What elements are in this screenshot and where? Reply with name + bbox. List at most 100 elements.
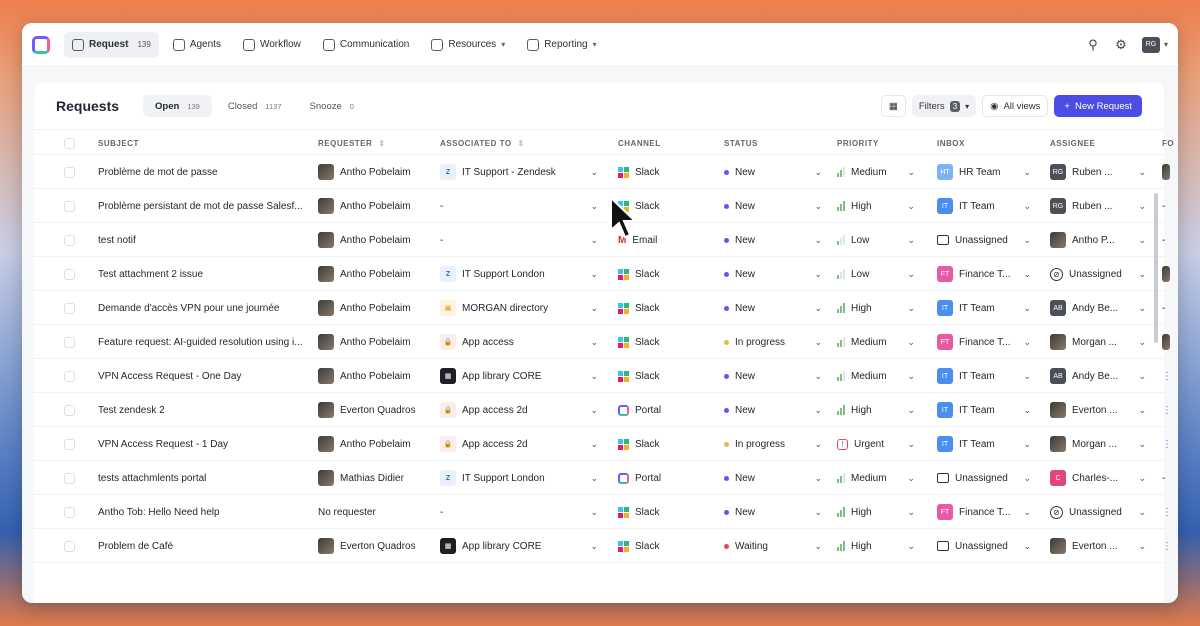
assignee-select[interactable]: Antho P... ⌄ <box>1050 223 1148 257</box>
table-row[interactable]: VPN Access Request - 1 Day Antho Pobelaim… <box>34 427 1172 461</box>
inbox-select[interactable]: IT IT Team ⌄ <box>937 393 1033 427</box>
nav-item-communication[interactable]: Communication <box>315 32 417 58</box>
associated-to-select[interactable]: ▦ App library CORE ⌄ <box>440 529 600 563</box>
more-icon[interactable]: ⋮ <box>1162 439 1172 450</box>
table-row[interactable]: Demande d'accès VPN pour une journée Anth… <box>34 291 1165 325</box>
more-icon[interactable]: ⋮ <box>1162 541 1172 552</box>
inbox-select[interactable]: Unassigned ⌄ <box>937 223 1033 257</box>
priority-select[interactable]: Low ⌄ <box>837 257 917 291</box>
associated-to-select[interactable]: Z IT Support - Zendesk ⌄ <box>440 155 600 189</box>
more-icon[interactable]: ⋮ <box>1162 507 1172 518</box>
assignee-select[interactable]: ⊘ Unassigned ⌄ <box>1050 257 1148 291</box>
subject-text[interactable]: tests attachmlents portal <box>98 473 206 484</box>
row-checkbox[interactable] <box>64 166 75 178</box>
priority-select[interactable]: Low ⌄ <box>837 223 917 257</box>
priority-select[interactable]: Medium ⌄ <box>837 155 917 189</box>
subject-text[interactable]: Problème persistant de mot de passe Sale… <box>98 201 303 212</box>
nav-item-request[interactable]: Request 139 <box>64 31 159 58</box>
column-header[interactable]: PRIORITY <box>837 130 879 156</box>
associated-to-select[interactable]: 🔒 App access 2d ⌄ <box>440 393 600 427</box>
column-header[interactable]: FO <box>1162 130 1174 156</box>
row-checkbox[interactable] <box>64 472 75 484</box>
table-row[interactable]: test notif Antho Pobelaim - ⌄ M Email New ⌄ Low ⌄… <box>34 223 1165 257</box>
column-header[interactable]: SUBJECT <box>98 130 139 156</box>
table-row[interactable]: tests attachmlents portal Mathias Didier Z… <box>34 461 1165 495</box>
assignee-select[interactable]: RG Ruben ... ⌄ <box>1050 155 1148 189</box>
associated-to-select[interactable]: - ⌄ <box>440 189 600 223</box>
column-header[interactable]: CHANNEL <box>618 130 661 156</box>
subject-text[interactable]: test notif <box>98 235 136 246</box>
nav-item-workflow[interactable]: Workflow <box>235 32 309 58</box>
row-checkbox[interactable] <box>64 540 75 552</box>
subject-text[interactable]: Problem de Café <box>98 541 173 552</box>
assignee-select[interactable]: Everton ... ⌄ <box>1050 393 1148 427</box>
nav-item-reporting[interactable]: Reporting ▾ <box>519 32 604 58</box>
settings-gear-icon[interactable]: ⚙ <box>1114 37 1128 52</box>
status-select[interactable]: New ⌄ <box>724 223 824 257</box>
column-header[interactable]: INBOX <box>937 130 965 156</box>
table-row[interactable]: Problem de Café Everton Quadros ▦ App libra… <box>34 529 1172 563</box>
table-row[interactable]: Antho Tob: Hello Need help No requester - ⌄… <box>34 495 1172 529</box>
priority-select[interactable]: High ⌄ <box>837 393 917 427</box>
subject-text[interactable]: Test zendesk 2 <box>98 405 165 416</box>
all-views-button[interactable]: ◉ All views <box>982 95 1049 117</box>
priority-select[interactable]: ! Urgent ⌄ <box>837 427 917 461</box>
column-header[interactable]: ASSOCIATED TO ⇕ <box>440 130 525 156</box>
tab-open[interactable]: Open 139 <box>143 95 212 117</box>
priority-select[interactable]: Medium ⌄ <box>837 461 917 495</box>
subject-text[interactable]: Test attachment 2 issue <box>98 269 203 280</box>
priority-select[interactable]: High ⌄ <box>837 189 917 223</box>
row-checkbox[interactable] <box>64 438 75 450</box>
associated-to-select[interactable]: 🔒 App access 2d ⌄ <box>440 427 600 461</box>
more-icon[interactable]: ⋮ <box>1162 405 1172 416</box>
subject-text[interactable]: Feature request: AI-guided resolution us… <box>98 337 303 348</box>
tab-closed[interactable]: Closed 1137 <box>216 95 294 117</box>
assignee-select[interactable]: Morgan ... ⌄ <box>1050 427 1148 461</box>
priority-select[interactable]: Medium ⌄ <box>837 359 917 393</box>
assignee-select[interactable]: C Charles-... ⌄ <box>1050 461 1148 495</box>
subject-text[interactable]: Antho Tob: Hello Need help <box>98 507 220 518</box>
column-header[interactable]: STATUS <box>724 130 758 156</box>
inbox-select[interactable]: IT IT Team ⌄ <box>937 291 1033 325</box>
status-select[interactable]: New ⌄ <box>724 189 824 223</box>
subject-text[interactable]: VPN Access Request - One Day <box>98 371 241 382</box>
row-checkbox[interactable] <box>64 370 75 382</box>
inbox-select[interactable]: IT IT Team ⌄ <box>937 359 1033 393</box>
priority-select[interactable]: High ⌄ <box>837 291 917 325</box>
status-select[interactable]: New ⌄ <box>724 461 824 495</box>
status-select[interactable]: New ⌄ <box>724 155 824 189</box>
subject-text[interactable]: VPN Access Request - 1 Day <box>98 439 228 450</box>
associated-to-select[interactable]: - ⌄ <box>440 223 600 257</box>
assignee-select[interactable]: AB Andy Be... ⌄ <box>1050 291 1148 325</box>
column-header[interactable]: ASSIGNEE <box>1050 130 1095 156</box>
row-checkbox[interactable] <box>64 268 75 280</box>
status-select[interactable]: New ⌄ <box>724 359 824 393</box>
associated-to-select[interactable]: 🔒 App access ⌄ <box>440 325 600 359</box>
vertical-scrollbar[interactable] <box>1154 193 1158 343</box>
inbox-select[interactable]: IT IT Team ⌄ <box>937 427 1033 461</box>
table-row[interactable]: Test attachment 2 issue Antho Pobelaim Z IT… <box>34 257 1170 291</box>
inbox-select[interactable]: FT Finance T... ⌄ <box>937 495 1033 529</box>
status-select[interactable]: New ⌄ <box>724 495 824 529</box>
layout-toggle-button[interactable]: ▦ <box>880 95 906 117</box>
status-select[interactable]: In progress ⌄ <box>724 427 824 461</box>
row-checkbox[interactable] <box>64 506 75 518</box>
table-row[interactable]: Feature request: AI-guided resolution us… <box>34 325 1170 359</box>
table-row[interactable]: Test zendesk 2 Everton Quadros 🔒 App access… <box>34 393 1172 427</box>
row-checkbox[interactable] <box>64 234 75 246</box>
priority-select[interactable]: High ⌄ <box>837 495 917 529</box>
associated-to-select[interactable]: ▣ MORGAN directory ⌄ <box>440 291 600 325</box>
inbox-select[interactable]: FT Finance T... ⌄ <box>937 325 1033 359</box>
inbox-select[interactable]: HT HR Team ⌄ <box>937 155 1033 189</box>
priority-select[interactable]: High ⌄ <box>837 529 917 563</box>
subject-text[interactable]: Demande d'accès VPN pour une journée <box>98 303 279 314</box>
row-checkbox[interactable] <box>64 336 75 348</box>
associated-to-select[interactable]: Z IT Support London ⌄ <box>440 257 600 291</box>
nav-item-resources[interactable]: Resources ▾ <box>423 32 513 58</box>
status-select[interactable]: In progress ⌄ <box>724 325 824 359</box>
table-row[interactable]: Problème de mot de passe Antho Pobelaim Z I… <box>34 155 1170 189</box>
status-select[interactable]: New ⌄ <box>724 257 824 291</box>
app-logo[interactable] <box>32 35 50 54</box>
row-checkbox[interactable] <box>64 404 75 416</box>
more-icon[interactable]: ⋮ <box>1162 371 1172 382</box>
